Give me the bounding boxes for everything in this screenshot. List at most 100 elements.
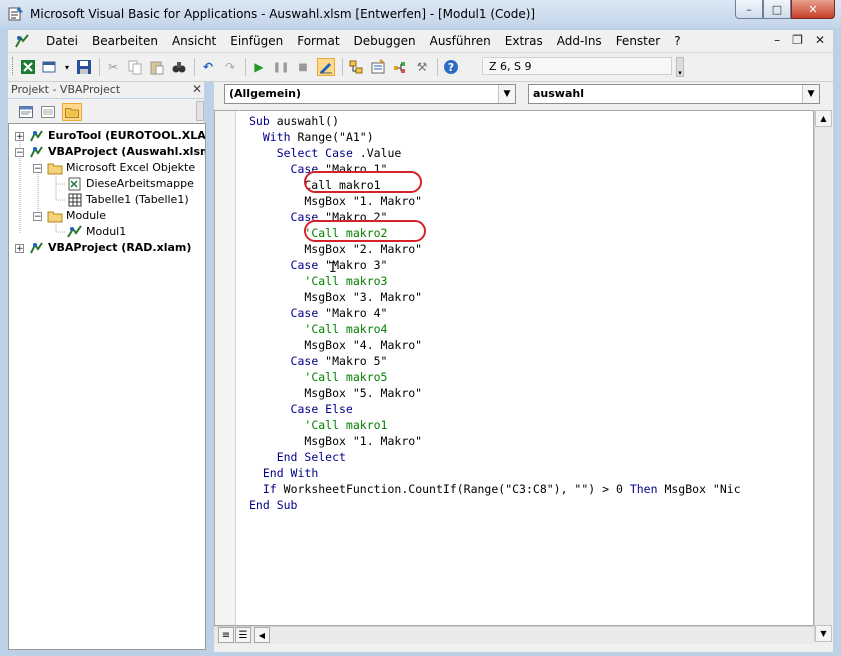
reset-icon[interactable]: ■ <box>295 59 311 75</box>
code-line[interactable]: Case Else <box>249 401 741 417</box>
tree-node-eurotool[interactable]: + EuroTool (EUROTOOL.XLAM) <box>15 128 205 144</box>
code-line[interactable]: With Range("A1") <box>249 129 741 145</box>
dropdown-arrow-icon[interactable]: ▾ <box>64 59 70 75</box>
tree-node-vbaproject-rad[interactable]: + VBAProject (RAD.xlam) <box>15 240 191 256</box>
help-icon[interactable]: ? <box>443 59 459 75</box>
menu-add-ins[interactable]: Add-Ins <box>557 34 602 48</box>
code-line[interactable]: Sub auswahl() <box>249 113 741 129</box>
code-line[interactable]: End With <box>249 465 741 481</box>
panel-splitter[interactable] <box>206 82 214 652</box>
find-icon[interactable] <box>171 59 187 75</box>
code-token: Range("A1") <box>290 130 374 144</box>
code-line[interactable]: Case "Makro 5" <box>249 353 741 369</box>
tree-node-tabelle1[interactable]: Tabelle1 (Tabelle1) <box>67 192 189 208</box>
svg-text:?: ? <box>448 61 454 74</box>
scroll-up-button[interactable]: ▲ <box>815 110 832 127</box>
tree-node-module[interactable]: − Module <box>33 208 106 224</box>
code-line[interactable]: 'Call makro1 <box>249 417 741 433</box>
undo-icon[interactable]: ↶ <box>200 59 216 75</box>
tree-node-excel-objects[interactable]: − Microsoft Excel Objekte <box>33 160 195 176</box>
code-line[interactable]: End Select <box>249 449 741 465</box>
project-explorer-icon[interactable] <box>348 59 364 75</box>
cut-icon[interactable]: ✂ <box>105 59 121 75</box>
menu-datei[interactable]: Datei <box>46 34 78 48</box>
menu-fenster[interactable]: Fenster <box>616 34 661 48</box>
excel-view-icon[interactable] <box>20 59 36 75</box>
object-combo[interactable]: (Allgemein) ▼ <box>224 84 516 104</box>
toolbox-icon[interactable]: ⚒ <box>414 59 430 75</box>
code-line[interactable]: Case "Makro 3" <box>249 257 741 273</box>
collapse-toggle[interactable]: − <box>15 148 24 158</box>
project-tree[interactable]: + EuroTool (EUROTOOL.XLAM) − VBAProject … <box>8 123 206 650</box>
design-mode-icon[interactable] <box>317 58 335 76</box>
project-panel-close-button[interactable]: ✕ <box>192 82 202 96</box>
vertical-scrollbar[interactable]: ▲ ▼ <box>814 110 832 642</box>
pause-icon[interactable]: ❚❚ <box>273 59 290 75</box>
procedure-combo[interactable]: auswahl ▼ <box>528 84 820 104</box>
insert-userform-icon[interactable] <box>42 59 58 75</box>
tree-node-vbaproject-auswahl[interactable]: − VBAProject (Auswahl.xlsm) <box>15 144 205 160</box>
menu-ausfuehren[interactable]: Ausführen <box>430 34 491 48</box>
scroll-down-button[interactable]: ▼ <box>815 625 832 642</box>
collapse-toggle[interactable]: − <box>33 212 42 222</box>
code-editor[interactable]: Sub auswahl() With Range("A1") Select Ca… <box>214 110 814 626</box>
code-line[interactable]: Case "Makro 4" <box>249 305 741 321</box>
code-line[interactable]: If WorksheetFunction.CountIf(Range("C3:C… <box>249 481 741 497</box>
run-icon[interactable]: ▶ <box>251 59 267 75</box>
combo-dropdown-icon[interactable]: ▼ <box>498 85 515 103</box>
paste-icon[interactable] <box>149 59 165 75</box>
minimize-button[interactable]: – <box>735 0 763 19</box>
code-line[interactable]: MsgBox "1. Makro" <box>249 433 741 449</box>
mdi-minimize-button[interactable]: – <box>774 33 780 47</box>
code-line[interactable]: MsgBox "3. Makro" <box>249 289 741 305</box>
menu-format[interactable]: Format <box>297 34 339 48</box>
copy-icon[interactable] <box>127 59 143 75</box>
mdi-restore-button[interactable]: ❐ <box>792 33 803 47</box>
mdi-close-button[interactable]: ✕ <box>815 33 825 47</box>
horizontal-scrollbar[interactable]: ≡ ☰ ◀ <box>214 626 814 644</box>
code-token: MsgBox "Nic <box>657 482 741 496</box>
toggle-folders-icon[interactable] <box>62 103 82 121</box>
view-object-icon[interactable] <box>38 103 58 121</box>
project-panel-toolbar <box>8 99 204 123</box>
save-icon[interactable] <box>76 59 92 75</box>
close-button[interactable]: ✕ <box>791 0 835 19</box>
redo-icon[interactable]: ↷ <box>222 59 238 75</box>
expand-toggle[interactable]: + <box>15 244 24 254</box>
menu-debuggen[interactable]: Debuggen <box>354 34 416 48</box>
view-code-icon[interactable] <box>16 103 36 121</box>
code-line[interactable]: 'Call makro4 <box>249 321 741 337</box>
full-module-view-icon[interactable]: ☰ <box>235 627 251 643</box>
properties-window-icon[interactable] <box>370 59 386 75</box>
panel-toolbar-scroll[interactable] <box>196 101 204 121</box>
code-line[interactable]: End Sub <box>249 497 741 513</box>
menu-extras[interactable]: Extras <box>505 34 543 48</box>
code-line[interactable]: MsgBox "4. Makro" <box>249 337 741 353</box>
code-line[interactable]: MsgBox "5. Makro" <box>249 385 741 401</box>
menu-einfuegen[interactable]: Einfügen <box>230 34 283 48</box>
object-browser-icon[interactable] <box>392 59 408 75</box>
tree-node-modul1[interactable]: Modul1 <box>67 224 127 240</box>
toolbar-overflow-button[interactable]: ▾ <box>676 57 684 77</box>
code-line[interactable]: MsgBox "1. Makro" <box>249 193 741 209</box>
code-line[interactable]: 'Call makro3 <box>249 273 741 289</box>
combo-dropdown-icon[interactable]: ▼ <box>802 85 819 103</box>
toolbar-grip[interactable] <box>12 57 16 75</box>
margin-indicator-bar[interactable] <box>215 111 236 625</box>
code-token: MsgBox "1. Makro" <box>249 194 423 208</box>
code-line[interactable]: MsgBox "2. Makro" <box>249 241 741 257</box>
menu-bearbeiten[interactable]: Bearbeiten <box>92 34 158 48</box>
expand-toggle[interactable]: + <box>15 132 24 142</box>
scroll-left-button[interactable]: ◀ <box>254 627 270 643</box>
procedure-view-icon[interactable]: ≡ <box>218 627 234 643</box>
code-line[interactable]: 'Call makro5 <box>249 369 741 385</box>
code-line[interactable]: Select Case .Value <box>249 145 741 161</box>
menu-ansicht[interactable]: Ansicht <box>172 34 216 48</box>
maximize-button[interactable]: □ <box>763 0 791 19</box>
menu-help[interactable]: ? <box>674 34 680 48</box>
code-keyword: Case <box>290 354 319 368</box>
tree-node-diesearbeitsmappe[interactable]: DieseArbeitsmappe <box>67 176 194 192</box>
collapse-toggle[interactable]: − <box>33 164 42 174</box>
code-window-icon[interactable] <box>14 33 30 49</box>
